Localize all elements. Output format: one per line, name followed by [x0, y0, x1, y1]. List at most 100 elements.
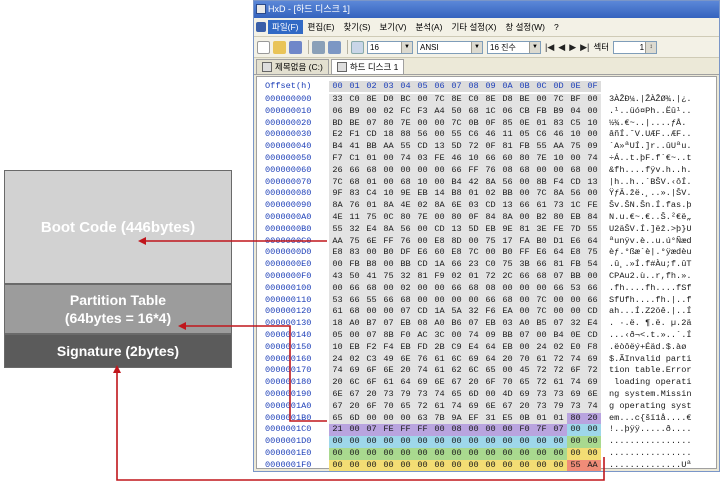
hex-byte[interactable]: 6E — [329, 389, 346, 401]
hex-byte[interactable]: 06 — [329, 106, 346, 118]
hex-byte[interactable]: F0 — [397, 330, 414, 342]
hex-byte[interactable]: 73 — [414, 389, 431, 401]
hex-byte[interactable]: 00 — [550, 165, 567, 177]
hex-byte[interactable]: EB — [397, 342, 414, 354]
hex-byte[interactable]: EB — [499, 342, 516, 354]
hex-byte[interactable]: 68 — [397, 295, 414, 307]
hex-byte[interactable]: 10 — [329, 342, 346, 354]
hex-byte[interactable]: CD — [482, 200, 499, 212]
hex-byte[interactable]: 00 — [499, 283, 516, 295]
hex-byte[interactable]: F4 — [380, 342, 397, 354]
hex-byte[interactable]: 72 — [550, 354, 567, 366]
hex-byte[interactable]: 00 — [431, 118, 448, 130]
hex-byte[interactable]: 61 — [380, 377, 397, 389]
hex-byte[interactable]: 61 — [550, 377, 567, 389]
hex-row[interactable]: 000000080 9F 83 C4 10 9E EB 14 B8 01 02 BB 00 7C 8A 56 0… — [257, 188, 716, 201]
hex-byte[interactable]: 66 — [482, 153, 499, 165]
hex-byte[interactable]: 26 — [329, 165, 346, 177]
hex-byte[interactable]: B4 — [550, 330, 567, 342]
hex-byte[interactable]: 72 — [550, 365, 567, 377]
hex-byte[interactable]: 66 — [448, 165, 465, 177]
hex-byte[interactable]: 00 — [533, 459, 550, 471]
hex-byte[interactable]: 70 — [516, 354, 533, 366]
hex-byte[interactable]: 6C — [448, 354, 465, 366]
hex-row[interactable]: 000000100 00 66 68 00 02 00 00 66 68 08 00 00 00 66 53 6… — [257, 282, 716, 295]
hex-row[interactable]: 0000001A0 67 20 6F 70 65 72 61 74 69 6E 67 20 73 79 73 7… — [257, 400, 716, 413]
hex-byte[interactable]: 00 — [380, 283, 397, 295]
hex-byte[interactable]: 00 — [346, 459, 363, 471]
hex-byte[interactable]: 00 — [516, 295, 533, 307]
hex-byte[interactable]: 7E — [533, 153, 550, 165]
hex-byte[interactable]: E8 — [448, 247, 465, 259]
hex-byte[interactable]: 76 — [397, 236, 414, 248]
hex-byte[interactable]: 6E — [363, 236, 380, 248]
hex-byte[interactable]: 6C — [346, 377, 363, 389]
hex-byte[interactable]: 00 — [329, 283, 346, 295]
hex-byte[interactable]: 61 — [329, 306, 346, 318]
hex-byte[interactable]: 66 — [346, 283, 363, 295]
hex-byte[interactable]: B0 — [533, 236, 550, 248]
hex-byte[interactable]: B7 — [363, 318, 380, 330]
hex-byte[interactable]: 00 — [363, 106, 380, 118]
hex-byte[interactable]: 00 — [414, 118, 431, 130]
hex-byte[interactable]: 14 — [431, 188, 448, 200]
hex-byte[interactable]: 8E — [482, 94, 499, 106]
hex-byte[interactable]: 72 — [482, 271, 499, 283]
hex-byte[interactable]: 2B — [431, 342, 448, 354]
hex-byte[interactable]: 75 — [567, 141, 584, 153]
hex-byte[interactable]: C1 — [346, 153, 363, 165]
hex-byte[interactable]: EB — [397, 318, 414, 330]
hex-byte[interactable]: 00 — [346, 436, 363, 448]
hex-byte[interactable]: 68 — [516, 165, 533, 177]
hex-byte[interactable]: 8B — [533, 177, 550, 189]
hex-byte[interactable]: 00 — [414, 447, 431, 460]
hex-byte[interactable]: 41 — [346, 141, 363, 153]
hex-byte[interactable]: 02 — [346, 354, 363, 366]
hex-byte[interactable]: 00 — [550, 306, 567, 318]
hex-byte[interactable]: C6 — [465, 129, 482, 141]
hex-byte[interactable]: 00 — [516, 447, 533, 460]
hex-byte[interactable]: F2 — [363, 342, 380, 354]
hex-byte[interactable]: 20 — [465, 377, 482, 389]
hex-byte[interactable]: D8 — [499, 94, 516, 106]
hex-byte[interactable]: C0 — [482, 259, 499, 271]
hex-byte[interactable]: 00 — [550, 436, 567, 448]
hex-byte[interactable]: 69 — [414, 377, 431, 389]
hex-byte[interactable]: 01 — [533, 413, 550, 425]
hex-byte[interactable]: 67 — [499, 401, 516, 413]
hex-byte[interactable]: 07 — [550, 271, 567, 283]
hex-byte[interactable]: E8 — [329, 247, 346, 259]
hex-byte[interactable]: 4E — [397, 200, 414, 212]
hex-byte[interactable]: 76 — [414, 354, 431, 366]
hex-byte[interactable]: 00 — [584, 165, 601, 177]
hex-byte[interactable]: F6 — [482, 306, 499, 318]
hex-byte[interactable]: 00 — [533, 447, 550, 460]
hex-byte[interactable]: 18 — [329, 318, 346, 330]
hex-byte[interactable]: 68 — [499, 295, 516, 307]
hex-byte[interactable]: 05 — [329, 330, 346, 342]
hex-byte[interactable]: 5A — [448, 306, 465, 318]
hex-byte[interactable]: 69 — [584, 377, 601, 389]
hex-byte[interactable]: 1C — [482, 106, 499, 118]
hex-byte[interactable]: 00 — [550, 459, 567, 471]
hex-byte[interactable]: 00 — [448, 330, 465, 342]
hex-byte[interactable]: 01 — [533, 118, 550, 130]
hex-byte[interactable]: 00 — [465, 295, 482, 307]
hex-row[interactable]: 000000030 E2 F1 CD 18 88 56 00 55 C6 46 11 05 C6 46 10 0… — [257, 129, 716, 142]
hex-byte[interactable]: 06 — [499, 106, 516, 118]
hex-byte[interactable]: 46 — [550, 129, 567, 141]
hex-byte[interactable]: 6E — [448, 200, 465, 212]
hex-byte[interactable]: C4 — [363, 188, 380, 200]
hex-byte[interactable]: 23 — [465, 259, 482, 271]
hex-byte[interactable]: BF — [567, 94, 584, 106]
hex-byte[interactable]: 01 — [363, 200, 380, 212]
hex-byte[interactable]: 00 — [533, 94, 550, 106]
hex-byte[interactable]: 5D — [465, 224, 482, 236]
hex-byte[interactable]: 7C — [533, 306, 550, 318]
hex-byte[interactable]: 69 — [465, 354, 482, 366]
hex-byte[interactable]: 00 — [431, 436, 448, 448]
hex-row[interactable]: 000000140 05 00 07 8B F0 AC 3C 00 74 09 BB 07 00 B4 0E C… — [257, 329, 716, 342]
hex-byte[interactable]: FC — [397, 106, 414, 118]
hex-byte[interactable]: F1 — [346, 129, 363, 141]
hex-byte[interactable]: 72 — [414, 401, 431, 413]
